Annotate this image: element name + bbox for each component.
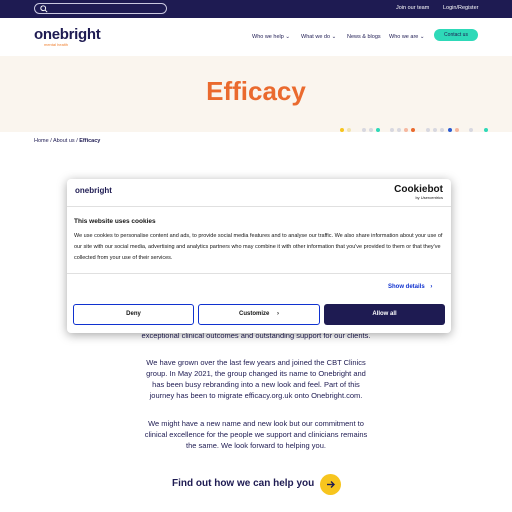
- body-paragraph-2: We have grown over the last few years an…: [146, 358, 366, 400]
- join-team-link[interactable]: Join our team: [396, 5, 429, 11]
- top-bar: Join our team Login/Register: [0, 0, 512, 18]
- nav-who-we-are[interactable]: Who we are ⌄: [389, 34, 425, 40]
- nav-news-blogs[interactable]: News & blogs: [347, 34, 381, 40]
- arrow-right-icon: [327, 481, 335, 488]
- cookiebot-logo: Cookiebot by Usercentrics: [394, 184, 443, 200]
- breadcrumb-home[interactable]: Home: [34, 138, 49, 144]
- logo[interactable]: onebright mental health: [34, 26, 101, 47]
- chevron-right-icon: ›: [277, 311, 279, 317]
- body-paragraph-3: We might have a new name and new look bu…: [144, 419, 368, 450]
- cookie-title: This website uses cookies: [74, 218, 156, 225]
- cookie-consent-dialog: onebright Cookiebot by Usercentrics This…: [67, 179, 451, 333]
- show-details-link[interactable]: Show details ›: [388, 284, 432, 290]
- deny-button[interactable]: Deny: [73, 304, 194, 325]
- search-input[interactable]: [34, 3, 167, 14]
- page-title: Efficacy: [206, 76, 306, 106]
- logo-text: onebright: [34, 26, 101, 43]
- cookie-text: We use cookies to personalise content an…: [74, 233, 443, 261]
- header: onebright mental health Who we help ⌄ Wh…: [0, 18, 512, 56]
- contact-us-button[interactable]: Contact us: [434, 29, 478, 41]
- breadcrumb: Home / About us / Efficacy: [34, 138, 101, 144]
- divider: [67, 273, 451, 274]
- nav-who-we-help[interactable]: Who we help ⌄: [252, 34, 290, 40]
- chevron-right-icon: ›: [430, 284, 433, 290]
- breadcrumb-current: Efficacy: [79, 138, 101, 144]
- logo-tagline: mental health: [44, 42, 69, 47]
- divider: [67, 206, 451, 207]
- cta-arrow-button[interactable]: [320, 474, 341, 495]
- allow-all-button[interactable]: Allow all: [324, 304, 445, 325]
- login-register-link[interactable]: Login/Register: [443, 5, 478, 11]
- cta-text[interactable]: Find out how we can help you: [172, 478, 314, 489]
- search-icon: [40, 5, 48, 13]
- customize-button[interactable]: Customize ›: [198, 304, 320, 325]
- nav-what-we-do[interactable]: What we do ⌄: [301, 34, 336, 40]
- hero-banner: Efficacy: [0, 56, 512, 132]
- dialog-logo: onebright: [75, 186, 112, 195]
- breadcrumb-about[interactable]: About us: [53, 138, 75, 144]
